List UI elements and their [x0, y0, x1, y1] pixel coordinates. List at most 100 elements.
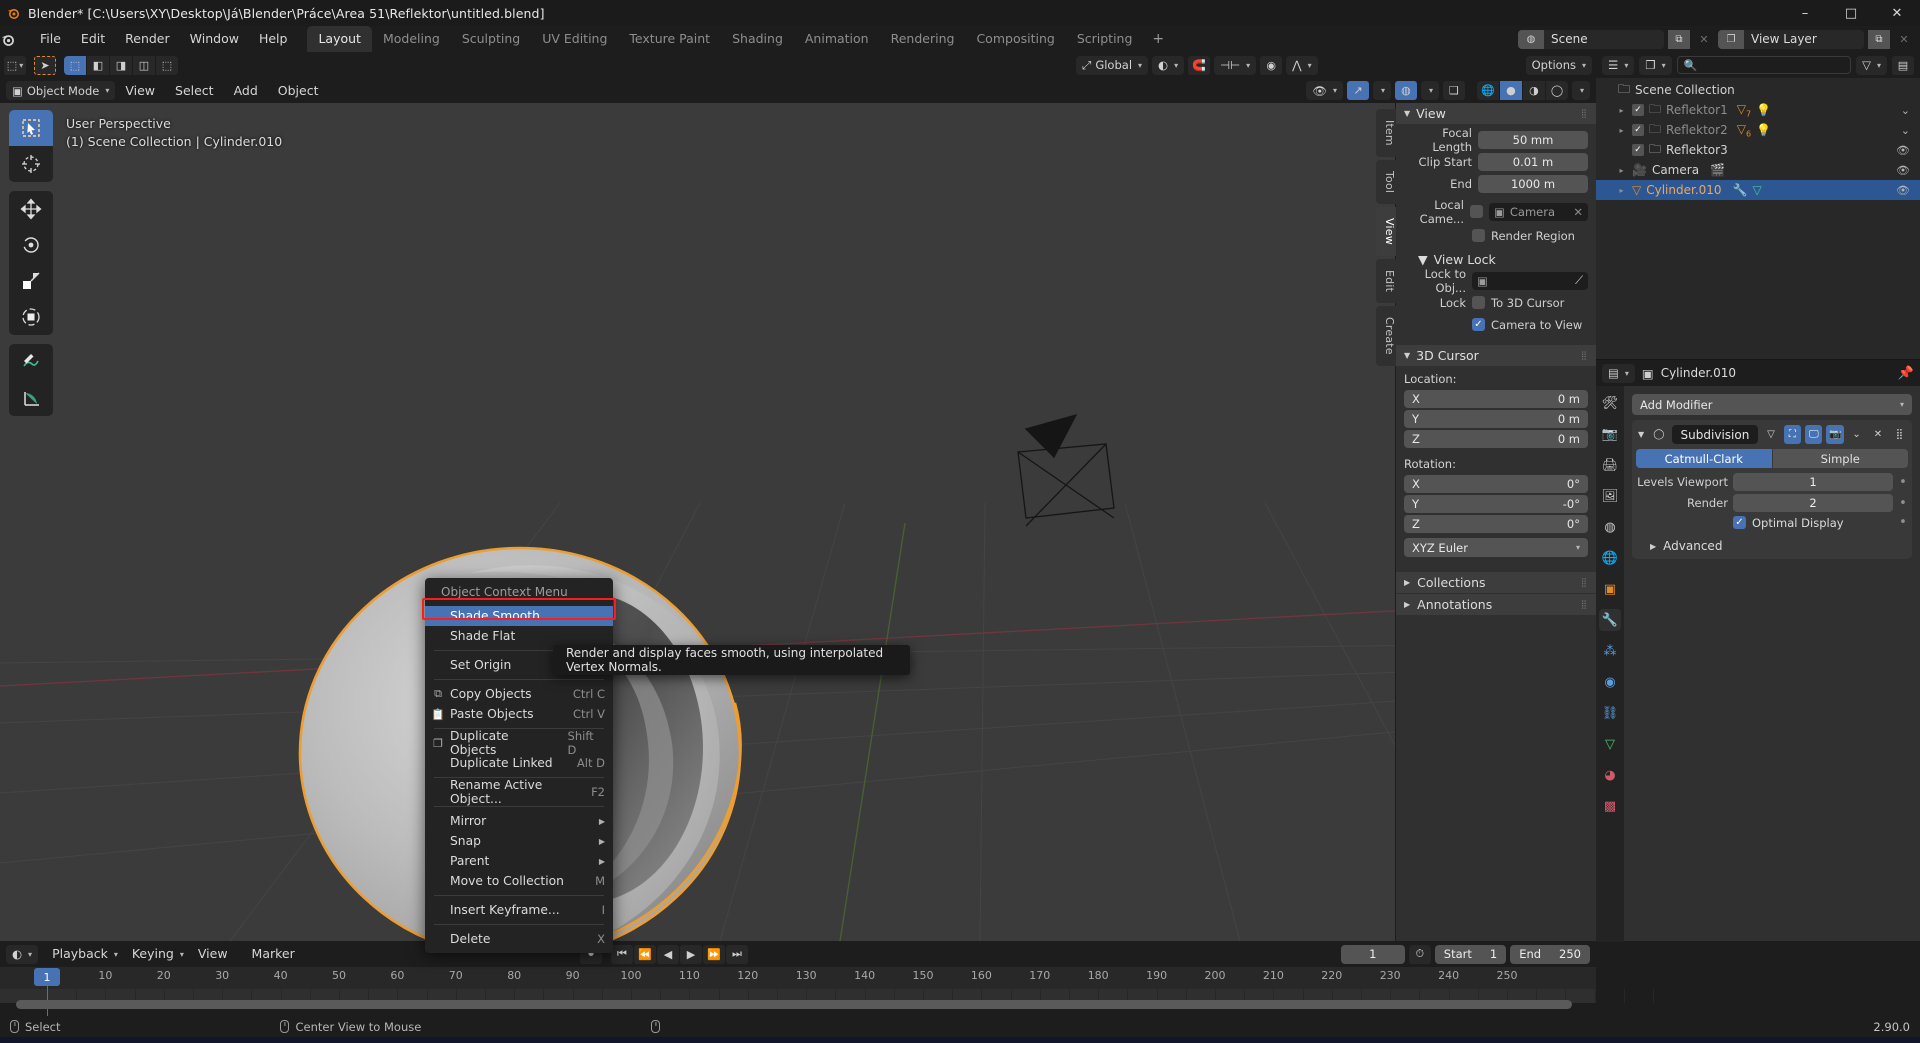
local-camera-checkbox[interactable]: [1470, 205, 1483, 218]
gizmo-dropdown[interactable]: ▾: [1373, 81, 1391, 100]
rotation-mode-dropdown[interactable]: XYZ Euler ▾: [1404, 538, 1588, 557]
tab-particles-icon[interactable]: ⁂: [1599, 640, 1621, 662]
tool-move-icon[interactable]: [9, 191, 53, 227]
tab-compositing[interactable]: Compositing: [965, 26, 1065, 52]
render-region-checkbox[interactable]: [1472, 229, 1485, 242]
animate-property-dot-icon[interactable]: •: [1898, 496, 1908, 511]
maximize-button[interactable]: □: [1828, 0, 1874, 26]
collections-panel-header[interactable]: ▶ Collections ⣿: [1396, 572, 1596, 593]
cursor-rotation-x[interactable]: X 0°: [1404, 475, 1588, 493]
viewport-menu-view[interactable]: View: [115, 78, 165, 104]
minimize-button[interactable]: –: [1782, 0, 1828, 26]
select-subtract-icon[interactable]: ◨: [110, 56, 132, 75]
timeline-menu-view[interactable]: View: [188, 941, 238, 967]
menu-item-copy-objects[interactable]: ⧉ Copy Objects Ctrl C: [425, 684, 613, 704]
cursor-rotation-y[interactable]: Y -0°: [1404, 495, 1588, 513]
rendered-shading-icon[interactable]: ◯: [1546, 81, 1568, 100]
modifier-grip-icon[interactable]: ⣿: [1891, 425, 1908, 444]
collapse-chevron-icon[interactable]: ⌄: [1901, 124, 1910, 137]
tab-uv-editing[interactable]: UV Editing: [531, 26, 618, 52]
select-intersect-icon[interactable]: ⬚: [156, 56, 178, 75]
tool-annotate-icon[interactable]: [9, 344, 53, 380]
menu-item-snap[interactable]: Snap ▶: [425, 831, 613, 851]
render-display-toggle-icon[interactable]: 📷: [1826, 425, 1843, 444]
exclude-checkbox[interactable]: ✓: [1632, 124, 1644, 136]
collapse-chevron-icon[interactable]: ⌄: [1901, 104, 1910, 117]
n-tab-edit[interactable]: Edit: [1376, 259, 1396, 303]
animate-property-dot-icon[interactable]: •: [1898, 515, 1908, 530]
focal-length-field[interactable]: 50 mm: [1478, 131, 1588, 149]
outliner-row-cylinder010[interactable]: ▸ ▽ Cylinder.010 🔧 ▽ 👁: [1596, 180, 1920, 200]
timeline-menu-keying[interactable]: Keying: [122, 941, 184, 967]
tool-cursor-icon[interactable]: [9, 146, 53, 182]
select-box-icon[interactable]: ⬚: [64, 56, 86, 75]
overlays-toggle-icon[interactable]: ◍: [1395, 81, 1417, 100]
blender-logo-icon[interactable]: [0, 32, 30, 47]
menu-item-duplicate-objects[interactable]: ❐ Duplicate Objects Shift D: [425, 733, 613, 753]
playhead-frame-indicator[interactable]: 1: [34, 968, 60, 986]
outliner-row-reflektor1[interactable]: ▸ ✓ 🗀 Reflektor1 ▽7 💡 ⌄: [1596, 100, 1920, 120]
tab-texture-icon[interactable]: ▩: [1599, 795, 1621, 817]
cursor-location-z[interactable]: Z 0 m: [1404, 430, 1588, 448]
viewport-options-dropdown[interactable]: Options▾: [1526, 56, 1592, 75]
snap-magnet-icon[interactable]: 🧲: [1188, 56, 1210, 75]
tab-view-layer-icon[interactable]: 🖼: [1599, 485, 1621, 507]
timeline-menu-marker[interactable]: Marker: [242, 941, 305, 967]
tab-object-icon[interactable]: ▣: [1599, 578, 1621, 600]
transform-orientation-dropdown[interactable]: ⤢ Global ▾: [1076, 56, 1148, 75]
tool-measure-icon[interactable]: [9, 380, 53, 416]
timeline-horizontal-scrollbar[interactable]: [16, 1000, 1572, 1009]
modifier-name-field[interactable]: Subdivision: [1672, 425, 1759, 444]
timeline-menu-playback[interactable]: Playback: [42, 941, 118, 967]
remove-view-layer-icon[interactable]: ✕: [1894, 30, 1914, 49]
modifier-delete-icon[interactable]: ✕: [1869, 425, 1886, 444]
menu-item-shade-flat[interactable]: Shade Flat: [425, 626, 613, 646]
menu-item-rename-active-object[interactable]: Rename Active Object... F2: [425, 782, 613, 802]
n-tab-create[interactable]: Create: [1376, 306, 1396, 366]
tab-rendering[interactable]: Rendering: [880, 26, 966, 52]
tab-modeling[interactable]: Modeling: [372, 26, 451, 52]
use-preview-range-icon[interactable]: ⏱: [1409, 945, 1431, 964]
cursor-location-x[interactable]: X 0 m: [1404, 390, 1588, 408]
editor-type-icon[interactable]: ⬚▾: [4, 56, 26, 75]
tool-scale-icon[interactable]: [9, 263, 53, 299]
active-tool-icon[interactable]: ➤: [34, 56, 56, 75]
viewport-menu-object[interactable]: Object: [268, 78, 329, 104]
lock-to-object-field[interactable]: ▣ ⟋: [1472, 272, 1588, 290]
overlays-dropdown[interactable]: ▾: [1421, 81, 1439, 100]
clear-camera-icon[interactable]: ✕: [1573, 205, 1583, 219]
unlink-scene-icon[interactable]: ✕: [1694, 30, 1714, 49]
current-frame-field[interactable]: 1: [1341, 945, 1405, 964]
edit-mode-display-toggle-icon[interactable]: ⛶: [1784, 425, 1801, 444]
modifier-collapse-triangle-icon[interactable]: ▼: [1636, 430, 1646, 439]
tool-rotate-icon[interactable]: [9, 227, 53, 263]
outliner-row-camera[interactable]: ▸ 🎥 Camera 🎬 👁: [1596, 160, 1920, 180]
disclosure-triangle-icon[interactable]: ▸: [1616, 126, 1627, 135]
select-extend-icon[interactable]: ◧: [87, 56, 109, 75]
realtime-display-toggle-icon[interactable]: 🖵: [1805, 425, 1822, 444]
menu-item-mirror[interactable]: Mirror ▶: [425, 811, 613, 831]
new-scene-button[interactable]: ⧉: [1668, 30, 1690, 49]
view-panel-header[interactable]: ▼ View ⣿: [1396, 103, 1596, 124]
tab-material-icon[interactable]: ◕: [1599, 764, 1621, 786]
menu-item-shade-smooth[interactable]: Shade Smooth: [425, 606, 613, 626]
tab-modifiers-icon[interactable]: 🔧: [1599, 609, 1621, 631]
tab-world-icon[interactable]: 🌐: [1599, 547, 1621, 569]
visibility-eye-icon[interactable]: 👁: [1896, 144, 1910, 157]
tab-scripting[interactable]: Scripting: [1066, 26, 1144, 52]
proportional-edit-icon[interactable]: ◉: [1260, 56, 1282, 75]
n-tab-view[interactable]: View: [1376, 207, 1396, 256]
tab-layout[interactable]: Layout: [307, 26, 372, 52]
menu-window[interactable]: Window: [180, 26, 249, 52]
tab-output-icon[interactable]: 🖨: [1599, 454, 1621, 476]
catmull-clark-button[interactable]: Catmull-Clark: [1636, 449, 1772, 468]
camera-to-view-checkbox[interactable]: ✓: [1472, 318, 1485, 331]
add-modifier-dropdown[interactable]: Add Modifier ▾: [1632, 394, 1912, 415]
menu-item-paste-objects[interactable]: 📋 Paste Objects Ctrl V: [425, 704, 613, 724]
tool-select-box-icon[interactable]: [9, 110, 53, 146]
menu-file[interactable]: File: [30, 26, 71, 52]
cursor-panel-header[interactable]: ▼ 3D Cursor ⣿: [1396, 345, 1596, 366]
view-layer-field[interactable]: ❐ View Layer: [1718, 30, 1864, 49]
disclosure-triangle-icon[interactable]: ▸: [1616, 186, 1627, 195]
tab-texture-paint[interactable]: Texture Paint: [618, 26, 721, 52]
